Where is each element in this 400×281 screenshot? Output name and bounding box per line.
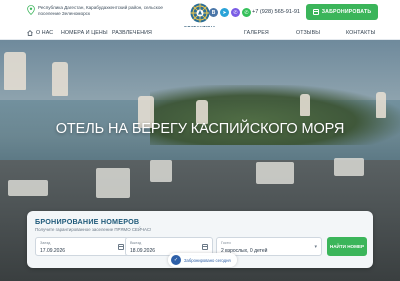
top-bar: Республика Дагестан, Карабудахкентский р… [0,0,400,34]
telegram-icon[interactable]: ➤ [220,8,229,17]
book-button[interactable]: ЗАБРОНИРОВАТЬ [306,4,378,20]
booked-today-badge[interactable]: ✓ Забронировано сегодня [168,253,237,267]
social-links: B ➤ ✆ ✆ [209,8,251,17]
ship-wheel-logo-icon [190,3,210,23]
home-icon[interactable] [27,30,33,36]
lounge-chair-image [256,162,294,184]
calendar-icon [118,244,124,250]
booking-subtitle: Получите гарантированное заселение ПРЯМО… [35,227,152,232]
address-text: Республика Дагестан, Карабудахкентский р… [38,5,163,16]
nav-item-about[interactable]: О НАС [36,30,53,36]
vk-icon[interactable]: B [209,8,218,17]
viber-icon[interactable]: ✆ [231,8,240,17]
umbrella-image [4,52,26,90]
checkin-value: 17.09.2026 [40,247,66,254]
lounge-chair-image [96,168,130,198]
lounge-chair-image [150,160,172,182]
lounge-chair-image [8,180,48,196]
whatsapp-icon[interactable]: ✆ [242,8,251,17]
nav-item-reviews[interactable]: ОТЗЫВЫ [296,30,320,36]
location-pin-icon [27,5,35,15]
booking-title: БРОНИРОВАНИЕ НОМЕРОВ [35,217,140,226]
main-nav: О НАС НОМЕРА И ЦЕНЫ РАЗВЛЕЧЕНИЯ ГАЛЕРЕЯ … [0,27,400,40]
nav-item-entertainment[interactable]: РАЗВЛЕЧЕНИЯ [112,30,152,36]
lounge-chair-image [334,158,364,176]
hero-title: ОТЕЛЬ НА БЕРЕГУ КАСПИЙСКОГО МОРЯ [55,121,345,137]
book-button-label: ЗАБРОНИРОВАТЬ [321,9,372,15]
calendar-icon [202,244,208,250]
checkout-value: 18.09.2026 [130,247,156,254]
notification-icon: ✓ [171,255,181,265]
checkin-label: Заезд [40,240,51,245]
find-room-button[interactable]: НАЙТИ НОМЕР [327,237,367,256]
guests-label: Гости [221,240,231,245]
checkin-date-field[interactable]: Заезд 17.09.2026 [35,237,129,256]
address-block: Республика Дагестан, Карабудахкентский р… [27,5,167,16]
nav-item-gallery[interactable]: ГАЛЕРЕЯ [244,30,269,36]
calendar-icon [312,9,319,15]
nav-item-contacts[interactable]: КОНТАКТЫ [346,30,375,36]
booked-today-text: Забронировано сегодня [184,257,231,263]
chevron-down-icon: ▾ [314,244,317,250]
nav-item-rooms[interactable]: НОМЕРА И ЦЕНЫ [61,30,108,36]
umbrella-image [376,92,386,118]
checkout-label: Выезд [130,240,142,245]
phone-number[interactable]: +7 (928) 565-91-91 [252,9,300,15]
umbrella-image [52,62,68,96]
umbrella-image [300,94,310,116]
